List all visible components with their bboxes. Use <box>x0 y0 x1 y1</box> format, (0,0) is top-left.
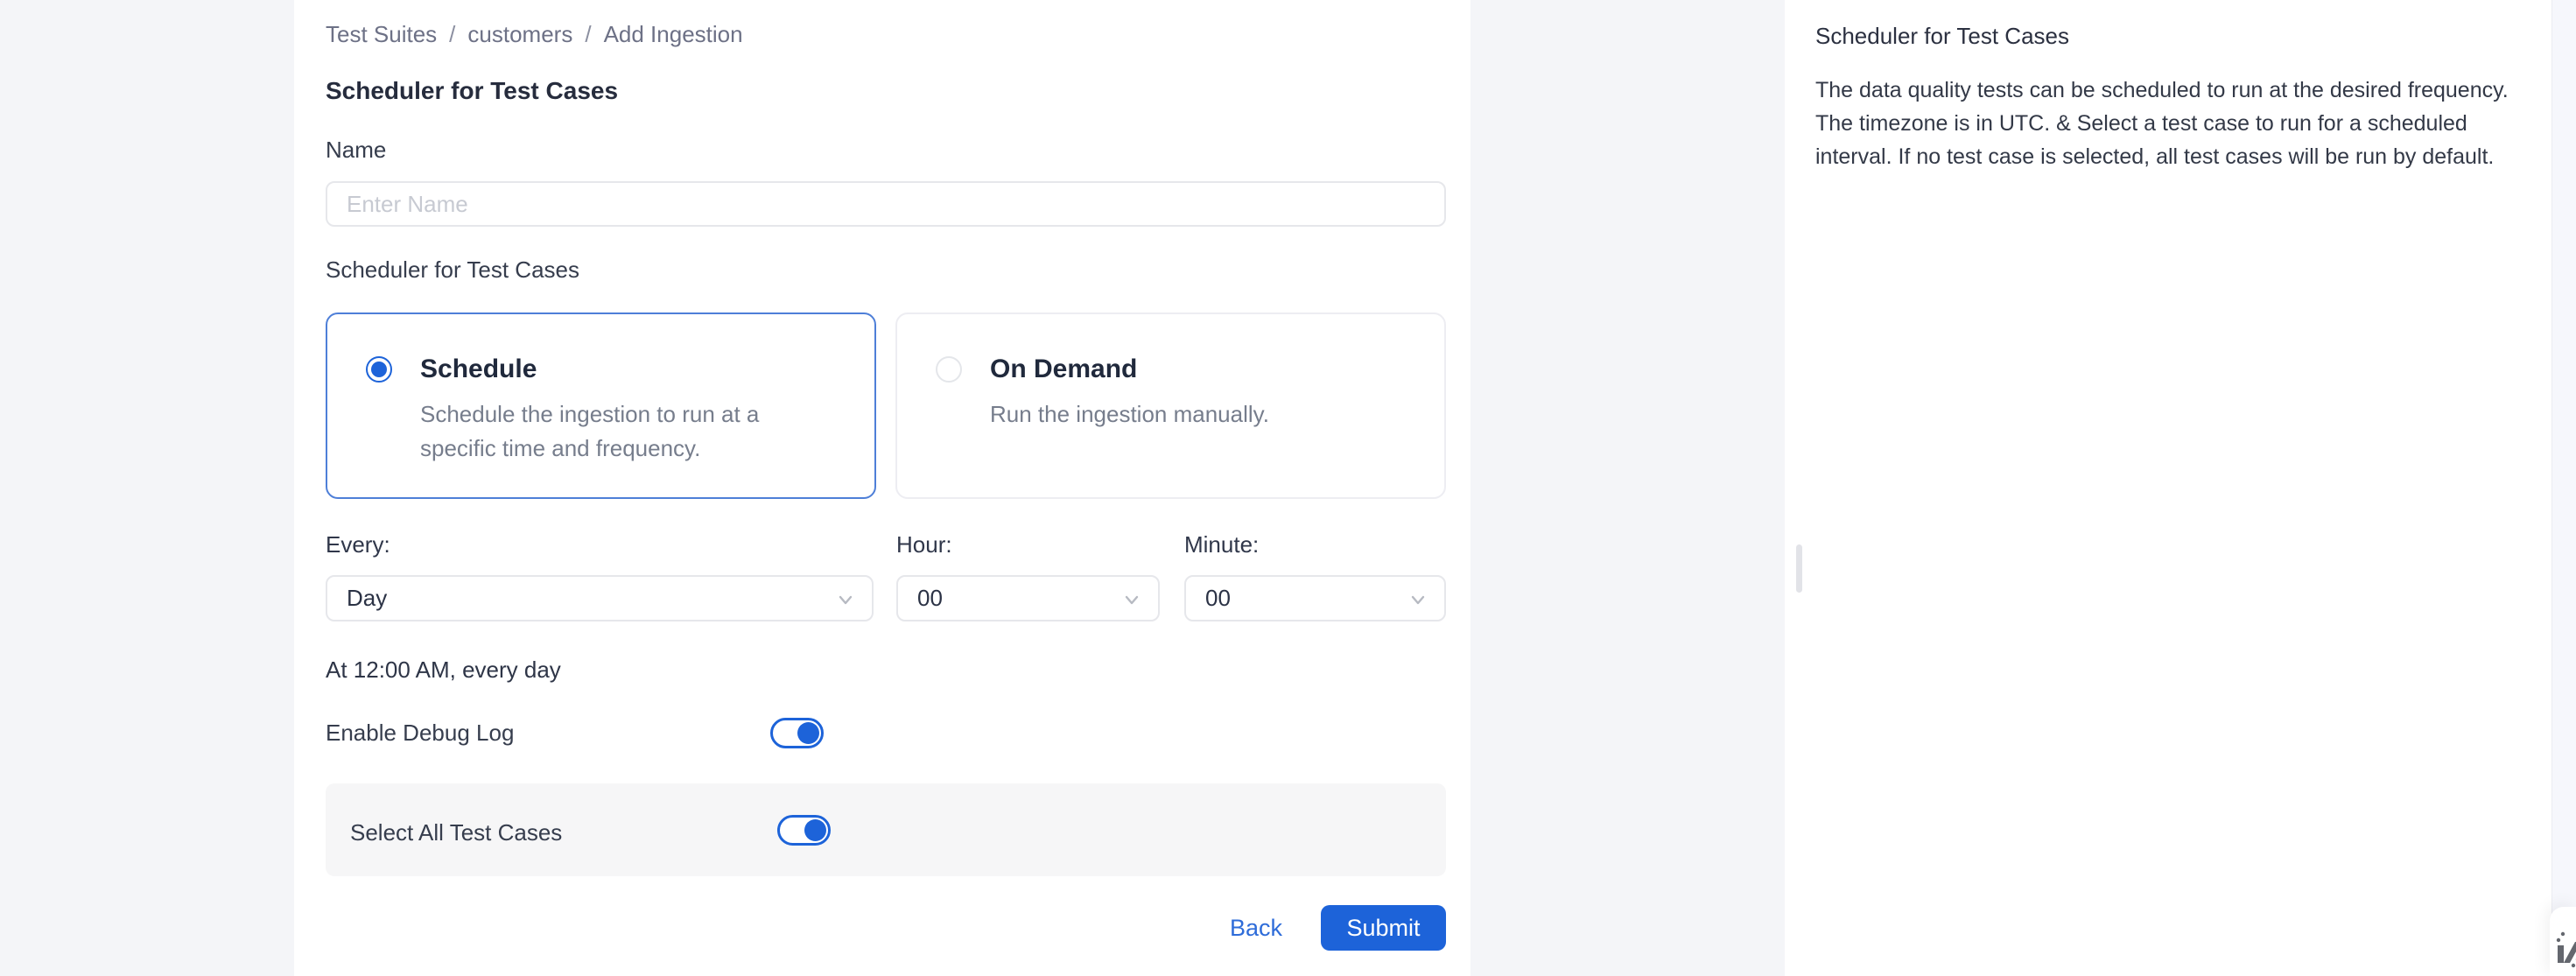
breadcrumb-separator: / <box>449 21 455 48</box>
breadcrumb: Test Suites / customers / Add Ingestion <box>326 21 743 48</box>
enable-debug-log-label: Enable Debug Log <box>326 720 514 747</box>
chevron-down-icon <box>835 589 856 616</box>
name-input[interactable] <box>326 181 1446 227</box>
page-title: Scheduler for Test Cases <box>326 77 618 105</box>
minute-select-value: 00 <box>1205 585 1231 612</box>
select-all-test-cases-row: Select All Test Cases <box>326 783 1446 876</box>
breadcrumb-customers[interactable]: customers <box>467 21 572 48</box>
right-edge-strip <box>2551 0 2576 976</box>
back-button[interactable]: Back <box>1230 915 1282 942</box>
chevron-down-icon <box>1121 589 1142 616</box>
on-demand-option-description: Run the ingestion manually. <box>990 397 1388 432</box>
schedule-option-card[interactable]: Schedule Schedule the ingestion to run a… <box>326 312 876 499</box>
floating-widget-card[interactable] <box>2550 907 2576 976</box>
scheduler-form-panel: Test Suites / customers / Add Ingestion … <box>294 0 1470 976</box>
every-select[interactable]: Day <box>326 575 874 621</box>
form-actions: Back Submit <box>326 905 1446 951</box>
breadcrumb-separator: / <box>585 21 591 48</box>
on-demand-radio[interactable] <box>936 356 962 383</box>
help-panel-title: Scheduler for Test Cases <box>1815 23 2533 50</box>
scheduler-section-label: Scheduler for Test Cases <box>326 256 579 284</box>
help-panel-description: The data quality tests can be scheduled … <box>1815 74 2533 173</box>
add-ingestion-page: Test Suites / customers / Add Ingestion … <box>0 0 2576 976</box>
breadcrumb-add-ingestion: Add Ingestion <box>604 21 743 48</box>
middle-background-gutter <box>1470 0 1785 976</box>
schedule-option-title: Schedule <box>420 353 537 386</box>
schedule-type-options: Schedule Schedule the ingestion to run a… <box>326 312 1446 499</box>
toggle-knob <box>797 722 819 744</box>
help-panel: Scheduler for Test Cases The data qualit… <box>1785 0 2551 976</box>
schedule-radio[interactable] <box>366 356 392 383</box>
select-all-test-cases-label: Select All Test Cases <box>350 819 562 846</box>
hour-select[interactable]: 00 <box>896 575 1160 621</box>
name-label: Name <box>326 137 386 164</box>
schedule-option-description: Schedule the ingestion to run at a speci… <box>420 397 818 466</box>
chevron-down-icon <box>1407 589 1428 616</box>
select-all-test-cases-toggle[interactable] <box>777 815 831 846</box>
enable-debug-log-toggle[interactable] <box>770 718 824 748</box>
minute-select[interactable]: 00 <box>1184 575 1446 621</box>
toggle-knob <box>804 819 826 841</box>
minute-label: Minute: <box>1184 531 1259 558</box>
every-label: Every: <box>326 531 390 558</box>
every-select-value: Day <box>347 585 387 612</box>
breadcrumb-test-suites[interactable]: Test Suites <box>326 21 437 48</box>
on-demand-option-card[interactable]: On Demand Run the ingestion manually. <box>895 312 1446 499</box>
submit-button[interactable]: Submit <box>1321 905 1446 951</box>
enable-debug-log-row: Enable Debug Log <box>326 718 1446 749</box>
left-background-gutter <box>0 0 294 976</box>
schedule-summary-text: At 12:00 AM, every day <box>326 657 561 684</box>
hour-select-value: 00 <box>917 585 943 612</box>
hour-label: Hour: <box>896 531 952 558</box>
panel-resize-handle[interactable] <box>1796 544 1802 593</box>
on-demand-option-title: On Demand <box>990 353 1137 386</box>
